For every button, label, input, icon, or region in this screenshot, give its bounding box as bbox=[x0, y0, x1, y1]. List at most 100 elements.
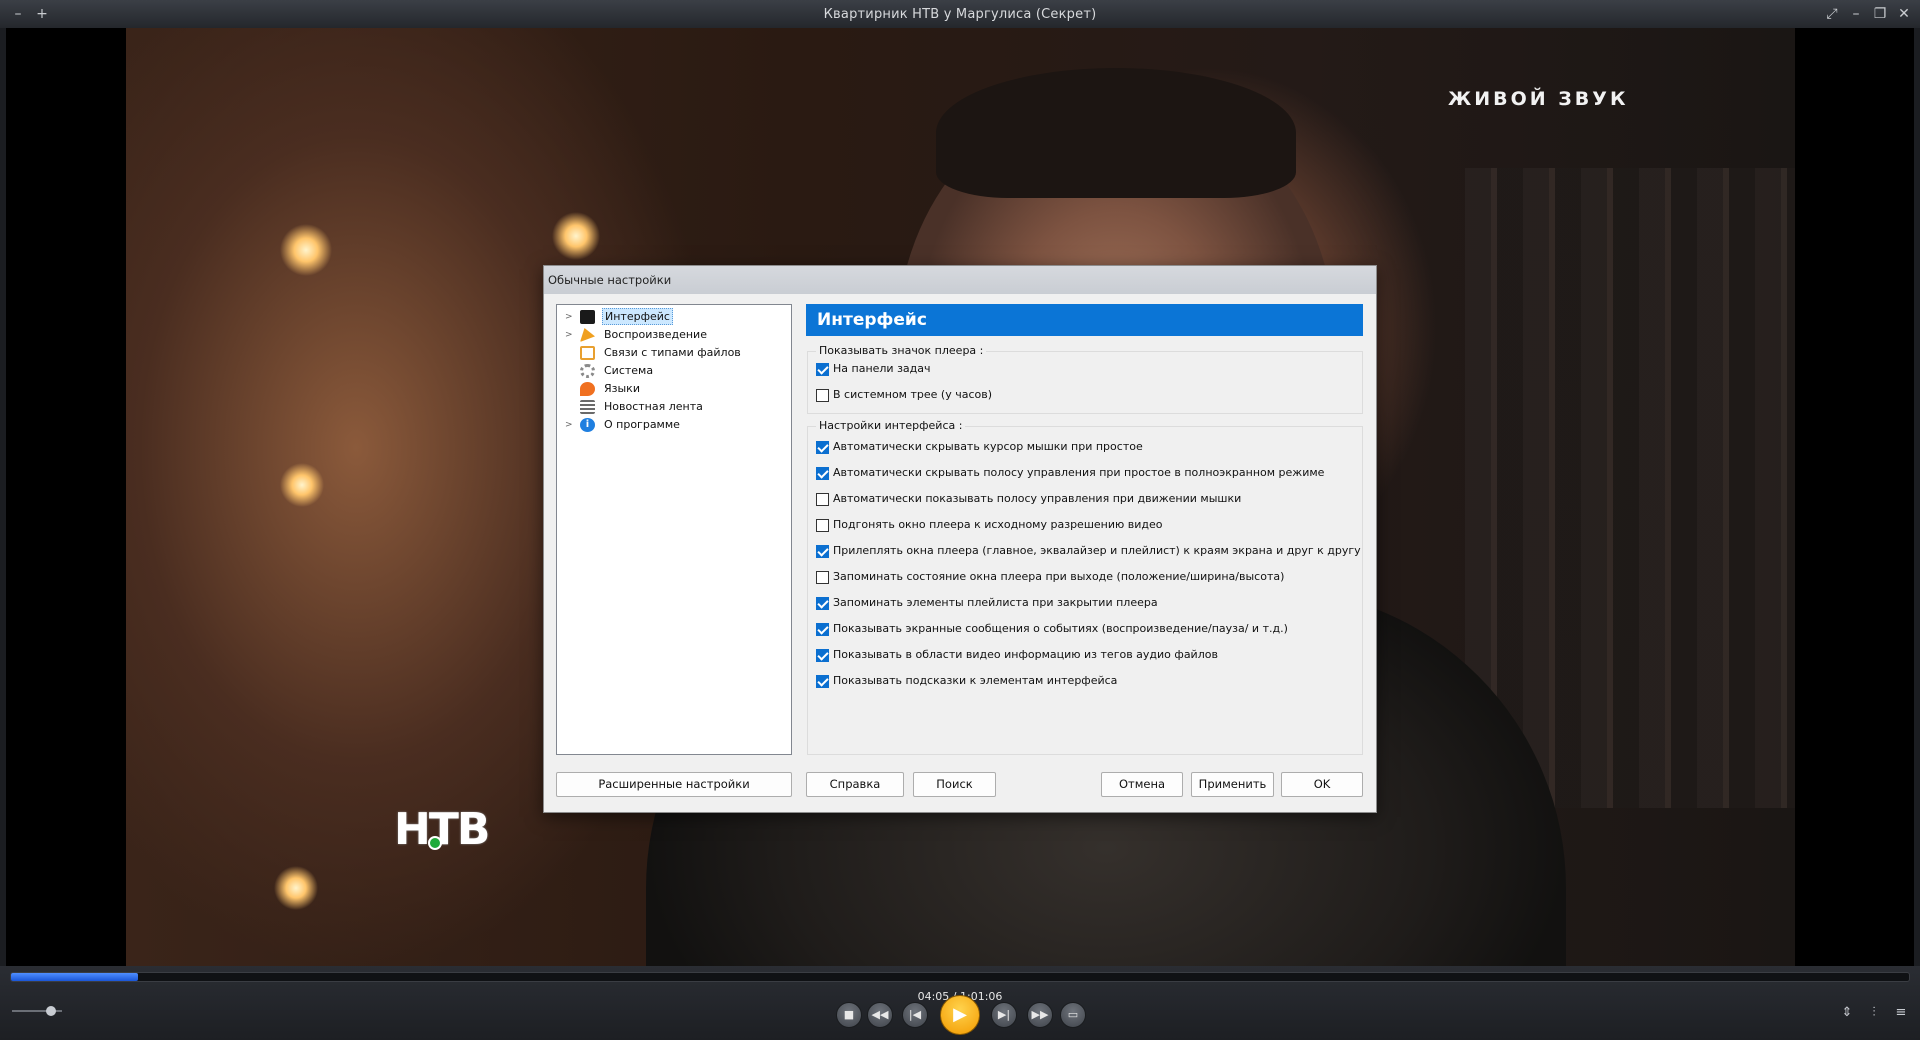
info-icon: i bbox=[580, 418, 595, 432]
checkbox-label: Запоминать состояние окна плеера при вых… bbox=[833, 570, 1285, 583]
option-show-audio-tags[interactable]: Показывать в области видео информацию из… bbox=[816, 647, 1218, 663]
checkbox[interactable] bbox=[816, 570, 829, 584]
tree-item-label: Языки bbox=[604, 382, 640, 395]
tree-item-label: Воспроизведение bbox=[604, 328, 707, 341]
close-icon[interactable]: ✕ bbox=[1894, 4, 1914, 24]
file-associations-icon bbox=[580, 346, 595, 360]
checkbox[interactable] bbox=[816, 388, 829, 402]
live-sound-watermark: ЖИВОЙ ЗВУК bbox=[1448, 88, 1629, 110]
tree-item-label: Интерфейс bbox=[602, 308, 673, 325]
checkbox-label: Автоматически скрывать полосу управления… bbox=[833, 466, 1325, 479]
checkbox[interactable] bbox=[816, 518, 829, 532]
checkbox-label: На панели задач bbox=[833, 362, 931, 375]
tree-item-label: Новостная лента bbox=[604, 400, 703, 413]
minimize-icon[interactable]: – bbox=[1846, 4, 1866, 24]
apply-button[interactable]: Применить bbox=[1191, 772, 1274, 797]
playlist-toggle-icon[interactable]: ⇕ bbox=[1836, 1002, 1858, 1024]
seek-bar[interactable] bbox=[10, 972, 1910, 982]
checkbox-label: Показывать подсказки к элементам интерфе… bbox=[833, 674, 1118, 687]
dialog-title[interactable]: Обычные настройки bbox=[544, 266, 1376, 294]
advanced-settings-button[interactable]: Расширенные настройки bbox=[556, 772, 792, 797]
volume-slider-knob[interactable] bbox=[46, 1006, 56, 1016]
checkbox-label: Прилеплять окна плеера (главное, эквалай… bbox=[833, 544, 1361, 557]
help-button[interactable]: Справка bbox=[806, 772, 904, 797]
checkbox-label: Показывать экранные сообщения о событиях… bbox=[833, 622, 1288, 635]
open-folder-icon[interactable]: ▭ bbox=[1060, 1002, 1086, 1028]
checkbox[interactable] bbox=[816, 622, 829, 636]
checkbox-label: Показывать в области видео информацию из… bbox=[833, 648, 1218, 661]
bookshelf-background bbox=[1465, 168, 1795, 808]
interface-settings-group: Настройки интерфейса : Автоматически скр… bbox=[807, 419, 1363, 755]
next-icon[interactable]: ▶| bbox=[991, 1002, 1017, 1028]
checkbox-label: Подгонять окно плеера к исходному разреш… bbox=[833, 518, 1163, 531]
equalizer-icon[interactable]: ⫶ bbox=[1863, 1002, 1885, 1024]
tree-item-label: О программе bbox=[604, 418, 680, 431]
option-osd-messages[interactable]: Показывать экранные сообщения о событиях… bbox=[816, 621, 1288, 637]
tree-item-interface[interactable]: > Интерфейс bbox=[557, 308, 791, 326]
ok-button[interactable]: OK bbox=[1281, 772, 1363, 797]
settings-icon[interactable]: ≡ bbox=[1890, 1002, 1912, 1024]
section-title: Интерфейс bbox=[806, 304, 1363, 336]
option-remember-playlist[interactable]: Запоминать элементы плейлиста при закрыт… bbox=[816, 595, 1158, 611]
window-controls: ⤢ – ❐ ✕ bbox=[1822, 4, 1914, 24]
tree-item-news-feed[interactable]: Новостная лента bbox=[557, 398, 791, 416]
checkbox-label: В системном трее (у часов) bbox=[833, 388, 992, 401]
search-button[interactable]: Поиск bbox=[913, 772, 996, 797]
settings-dialog: Обычные настройки > Интерфейс > Воспроиз… bbox=[543, 265, 1377, 813]
tree-item-label: Связи с типами файлов bbox=[604, 346, 741, 359]
checkbox[interactable] bbox=[816, 596, 829, 610]
option-remember-window-state[interactable]: Запоминать состояние окна плеера при вых… bbox=[816, 569, 1284, 585]
expand-arrow-icon[interactable]: > bbox=[565, 308, 575, 326]
rewind-icon[interactable]: ◀◀ bbox=[867, 1002, 893, 1028]
checkbox[interactable] bbox=[816, 466, 829, 480]
tree-item-languages[interactable]: Языки bbox=[557, 380, 791, 398]
tree-item-system[interactable]: Система bbox=[557, 362, 791, 380]
checkbox-label: Автоматически показывать полосу управлен… bbox=[833, 492, 1242, 505]
cancel-button[interactable]: Отмена bbox=[1101, 772, 1183, 797]
expand-arrow-icon[interactable]: > bbox=[565, 416, 575, 434]
settings-category-tree[interactable]: > Интерфейс > Воспроизведение Связи с ти… bbox=[556, 304, 792, 755]
checkbox[interactable] bbox=[816, 648, 829, 662]
tree-item-about[interactable]: > i О программе bbox=[557, 416, 791, 434]
player-icon-group: Показывать значок плеера : На панели зад… bbox=[807, 344, 1363, 414]
option-taskbar[interactable]: На панели задач bbox=[816, 361, 931, 377]
option-system-tray[interactable]: В системном трее (у часов) bbox=[816, 387, 992, 403]
option-hide-controlbar-fullscreen[interactable]: Автоматически скрывать полосу управления… bbox=[816, 465, 1324, 481]
stop-icon[interactable]: ■ bbox=[836, 1002, 862, 1028]
ntv-logo-green-dot bbox=[428, 836, 442, 850]
checkbox-label: Запоминать элементы плейлиста при закрыт… bbox=[833, 596, 1158, 609]
system-gear-icon bbox=[580, 364, 595, 378]
option-show-controlbar-on-mouse[interactable]: Автоматически показывать полосу управлен… bbox=[816, 491, 1241, 507]
fast-forward-icon[interactable]: ▶▶ bbox=[1027, 1002, 1053, 1028]
expand-arrow-icon[interactable]: > bbox=[565, 326, 575, 344]
option-hide-cursor[interactable]: Автоматически скрывать курсор мышки при … bbox=[816, 439, 1143, 455]
ntv-channel-logo: НТВ bbox=[394, 804, 490, 855]
checkbox[interactable] bbox=[816, 544, 829, 558]
fullscreen-icon[interactable]: ⤢ bbox=[1822, 4, 1842, 24]
playback-control-bar: 04:05 / 1:01:06 ■ ◀◀ |◀ ▶ ▶| ▶▶ ▭ ⇕ ⫶ ≡ bbox=[0, 966, 1920, 1040]
performer-hair bbox=[936, 68, 1296, 198]
checkbox[interactable] bbox=[816, 440, 829, 454]
languages-icon bbox=[580, 382, 595, 396]
title-bar[interactable]: – + Квартирник НТВ у Маргулиса (Секрет) … bbox=[0, 0, 1920, 28]
window-title: Квартирник НТВ у Маргулиса (Секрет) bbox=[823, 7, 1097, 22]
seek-bar-progress bbox=[11, 973, 138, 981]
group-legend: Настройки интерфейса : bbox=[816, 419, 966, 432]
option-snap-windows[interactable]: Прилеплять окна плеера (главное, эквалай… bbox=[816, 543, 1361, 559]
previous-icon[interactable]: |◀ bbox=[902, 1002, 928, 1028]
tree-item-file-associations[interactable]: Связи с типами файлов bbox=[557, 344, 791, 362]
restore-icon[interactable]: ❐ bbox=[1870, 4, 1890, 24]
option-show-tooltips[interactable]: Показывать подсказки к элементам интерфе… bbox=[816, 673, 1117, 689]
tree-item-label: Система bbox=[604, 364, 654, 377]
news-feed-icon bbox=[580, 400, 595, 414]
checkbox-label: Автоматически скрывать курсор мышки при … bbox=[833, 440, 1143, 453]
play-icon[interactable]: ▶ bbox=[940, 995, 980, 1035]
checkbox[interactable] bbox=[816, 362, 829, 376]
group-legend: Показывать значок плеера : bbox=[816, 344, 987, 357]
tree-item-playback[interactable]: > Воспроизведение bbox=[557, 326, 791, 344]
option-fit-to-video-resolution[interactable]: Подгонять окно плеера к исходному разреш… bbox=[816, 517, 1162, 533]
checkbox[interactable] bbox=[816, 674, 829, 688]
interface-icon bbox=[580, 310, 595, 324]
checkbox[interactable] bbox=[816, 492, 829, 506]
playback-icon bbox=[580, 328, 595, 342]
